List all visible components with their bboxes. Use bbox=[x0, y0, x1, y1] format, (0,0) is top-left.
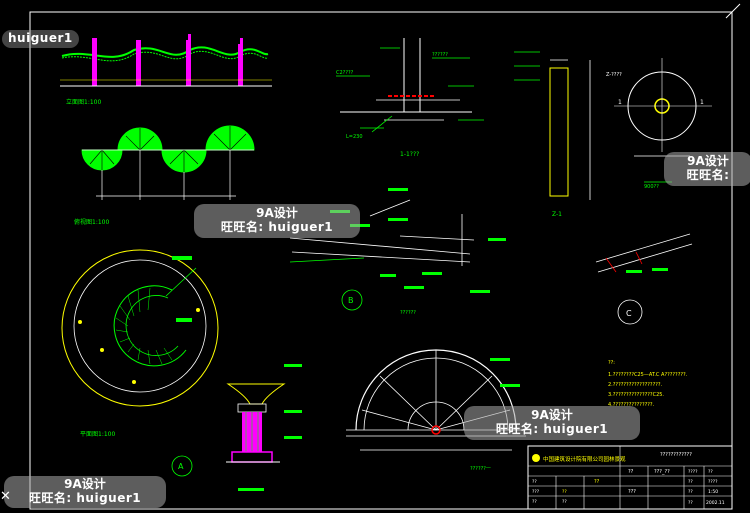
column-detail: A bbox=[171, 364, 302, 491]
wave-plan-label: 俯视图1:100 bbox=[74, 218, 109, 226]
row-val-3: ?? bbox=[688, 479, 693, 485]
row-val-5: ?? bbox=[688, 489, 693, 495]
code-b: ?? bbox=[628, 469, 634, 475]
code-a: ???_?? bbox=[654, 469, 670, 475]
dim-left-label: C2???? bbox=[336, 70, 354, 76]
approve-label: ?? bbox=[532, 499, 537, 505]
section-label-1: 1-1??? bbox=[400, 151, 419, 158]
dim-beam-label: ?????? bbox=[432, 52, 448, 58]
detail-c: C bbox=[595, 233, 693, 325]
dim-900-label: 900?? bbox=[644, 184, 659, 190]
project-name: ???????????? bbox=[660, 452, 692, 458]
drawing-label: ?? bbox=[562, 489, 567, 495]
watermark-right: 9A设计 旺旺名: bbox=[664, 152, 750, 186]
watermark-top-left: huiguer1 bbox=[2, 30, 79, 48]
notes-line-1: 1.????????C25—AT.C A????????. bbox=[608, 372, 688, 378]
round-plan-label: 平面图1:100 bbox=[80, 431, 115, 438]
row-val-6: ?? bbox=[688, 500, 693, 506]
detail-marker-c-label: C bbox=[626, 309, 632, 318]
row-val-2: ?? bbox=[708, 469, 713, 475]
num-1-left: 1 bbox=[618, 99, 622, 106]
notes-line-3: 3.???????????????C25. bbox=[608, 392, 664, 398]
watermark-bottom-left: 9A设计 旺旺名: huiguer1 bbox=[4, 476, 166, 508]
watermark-bottom-center: 9A设计 旺旺名: huiguer1 bbox=[464, 406, 640, 440]
round-plan-view: 平面图1:100 bbox=[61, 249, 219, 438]
detail-marker-b-label: B bbox=[348, 296, 354, 305]
fan-caption: ??????一 bbox=[470, 466, 491, 472]
close-x-icon[interactable]: ✕ bbox=[0, 490, 14, 504]
title-block: 中国建筑设计院有限公司园林景观 ???????????? ???_?? ?? ?… bbox=[527, 445, 733, 510]
beam-caption: ?????? bbox=[400, 310, 416, 316]
notes-line-2: 2.??????????????????. bbox=[608, 382, 663, 388]
check-label: ??? bbox=[532, 489, 540, 495]
detail-marker-a-label: A bbox=[178, 462, 184, 471]
company-logo-icon bbox=[532, 454, 540, 462]
num-1-right: 1 bbox=[700, 99, 704, 106]
row-val-4: ???? bbox=[708, 479, 718, 485]
notes-title: ??: bbox=[608, 360, 615, 366]
company-name: 中国建筑设计院有限公司园林景观 bbox=[543, 455, 626, 463]
watermark-center: 9A设计 旺旺名: huiguer1 bbox=[194, 204, 360, 238]
sheet-name: ?? bbox=[594, 479, 600, 485]
design-label: ?? bbox=[532, 479, 537, 485]
elevation-label: 立面图1:100 bbox=[66, 98, 101, 106]
dim-230-label: L=230 bbox=[346, 134, 363, 140]
code-c: ??? bbox=[628, 489, 636, 495]
z1-label: Z-1 bbox=[552, 211, 562, 218]
section-1-1: 1-1??? L=230 C2???? ?????? bbox=[336, 38, 484, 158]
elevation-view: 立面图1:100 bbox=[60, 34, 272, 106]
z-top-label: Z-???? bbox=[606, 72, 622, 78]
sheet-number: 2002.11 bbox=[706, 500, 725, 506]
date-label: ?? bbox=[562, 499, 567, 505]
row-val-1: ???? bbox=[688, 469, 698, 475]
notes-block: ??: 1.????????C25—AT.C A????????. 2.????… bbox=[608, 360, 688, 408]
column-z1: Z-1 bbox=[514, 51, 591, 218]
scale-label: 1:50 bbox=[708, 489, 718, 495]
